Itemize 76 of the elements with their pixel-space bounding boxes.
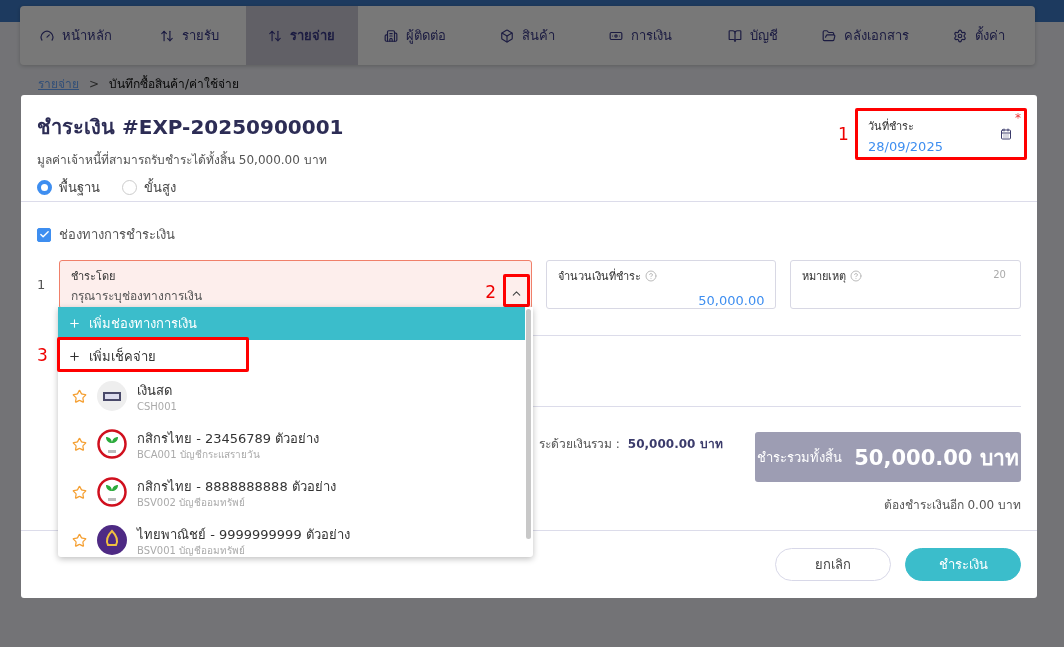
nav-tab[interactable]: บัญชี	[696, 6, 810, 65]
option-name: เงินสด	[137, 382, 173, 400]
checkbox-label: ช่องทางการชำระเงิน	[59, 226, 175, 244]
nav-tab[interactable]: คลังเอกสาร	[809, 6, 923, 65]
radio-icon[interactable]	[37, 180, 52, 195]
plus-icon	[68, 317, 81, 330]
nav-tab[interactable]: ผู้ติดต่อ	[358, 6, 472, 65]
field-label: ชำระโดย	[71, 269, 116, 285]
plus-icon	[68, 349, 81, 363]
annotation-number: 3	[37, 347, 48, 364]
char-counter: 20	[993, 269, 1006, 280]
input-field[interactable]: กรุณาระบุช่องทางการเงิน	[71, 289, 461, 303]
building-icon	[383, 28, 398, 43]
help-icon[interactable]	[644, 270, 657, 282]
total-label: ชำระรวมทั้งสิ้น	[757, 447, 843, 467]
pay-by-field[interactable]: ชำระโดย กรุณาระบุช่องทางการเงิน 2	[59, 260, 532, 309]
account-option[interactable]: เงินสด CSH001	[58, 372, 533, 420]
amount-field[interactable]: จำนวนเงินที่ชำระ 50,000.00	[545, 260, 777, 309]
scrollbar[interactable]	[526, 309, 531, 539]
date-value: 28/09/2025	[868, 139, 944, 154]
bank-logo-icon	[97, 525, 127, 555]
nav-tab[interactable]: การเงิน	[583, 6, 697, 65]
account-option[interactable]: กสิกรไทย - 8888888888 ตัวอย่าง BSV002 บัญชีออมทรัพย์	[58, 468, 533, 516]
date-field[interactable]: วันที่ชำระ 28/09/2025 *	[858, 110, 1024, 156]
dialog-subtitle: มูลค่าเจ้าหนี้ที่สามารถรับชำระได้ทั้งสิ้น 50,000.00 บาท	[37, 150, 328, 169]
option-code: BSV002 บัญชีออมทรัพย์	[137, 497, 247, 508]
help-icon[interactable]	[850, 270, 863, 282]
required-mark: *	[1015, 112, 1021, 124]
box-icon	[500, 28, 514, 43]
summary-value: 50,000.00 บาท	[627, 436, 723, 453]
breadcrumb-current: บันทึกซื้อสินค้า/ค่าใช้จ่าย	[109, 77, 240, 92]
nav-tab[interactable]: หน้าหลัก	[20, 6, 133, 65]
annotation-number: 2	[485, 284, 496, 301]
checkbox[interactable]	[37, 227, 51, 242]
note-field[interactable]: หมายเหตุ 20	[790, 260, 1021, 309]
total-value: 50,000.00 บาท	[854, 444, 1019, 472]
option-code: BCA001 บัญชีกระแสรายวัน	[137, 449, 261, 460]
field-label: จำนวนเงินที่ชำระ	[557, 267, 641, 285]
settings-icon	[952, 28, 967, 43]
nav-tab[interactable]: ตั้งค่า	[922, 6, 1036, 65]
dialog-title: ชำระเงิน #EXP-20250900001	[37, 114, 344, 141]
star-icon[interactable]	[72, 484, 87, 500]
row-number: 1	[37, 277, 45, 292]
star-icon[interactable]	[72, 436, 87, 452]
leaf-logo-icon	[97, 477, 127, 507]
summary-label: ระด้วยเงินรวม :	[539, 436, 620, 453]
option-name: กสิกรไทย - 8888888888 ตัวอย่าง	[137, 478, 336, 496]
remaining-text: ต้องชำระเงินอีก 0.00 บาท	[882, 497, 1021, 514]
star-icon[interactable]	[72, 532, 87, 548]
radio-icon[interactable]	[122, 180, 137, 195]
field-label: วันที่ชำระ	[868, 117, 914, 135]
calendar-icon[interactable]	[1000, 128, 1012, 140]
nav-tab[interactable]: สินค้า	[471, 6, 584, 65]
field-label: หมายเหตุ	[802, 269, 847, 285]
option-code: CSH001	[137, 401, 177, 412]
sort-icon	[159, 28, 174, 43]
account-option[interactable]: กสิกรไทย - 23456789 ตัวอย่าง BCA001 บัญชีกระแสรายวัน	[58, 420, 533, 468]
add-cheque-item[interactable]: เพิ่มเช็คจ่าย	[58, 340, 533, 372]
sort-icon	[268, 28, 283, 43]
option-name: กสิกรไทย - 23456789 ตัวอย่าง	[137, 430, 320, 448]
amount-value: 50,000.00	[697, 293, 765, 308]
nav-tab[interactable]: รายรับ	[132, 6, 246, 65]
option-name: ไทยพาณิชย์ - 9999999999 ตัวอย่าง	[137, 526, 350, 544]
mode-radio[interactable]: พื้นฐาน	[37, 177, 100, 198]
gauge-icon	[40, 28, 55, 43]
account-option[interactable]: ไทยพาณิชย์ - 9999999999 ตัวอย่าง BSV001 บัญชีออมทรัพย์	[58, 516, 533, 557]
annotation-number: 1	[838, 126, 849, 143]
star-icon[interactable]	[72, 388, 87, 404]
breadcrumb-separator: >	[89, 77, 100, 92]
option-code: BSV001 บัญชีออมทรัพย์	[137, 545, 247, 556]
folder-icon	[822, 28, 837, 43]
mode-radio[interactable]: ขั้นสูง	[122, 177, 176, 198]
book-icon	[728, 28, 743, 43]
leaf-logo-icon	[97, 429, 127, 459]
cash-logo-icon	[97, 381, 127, 411]
cancel-button[interactable]: ยกเลิก	[775, 548, 891, 581]
